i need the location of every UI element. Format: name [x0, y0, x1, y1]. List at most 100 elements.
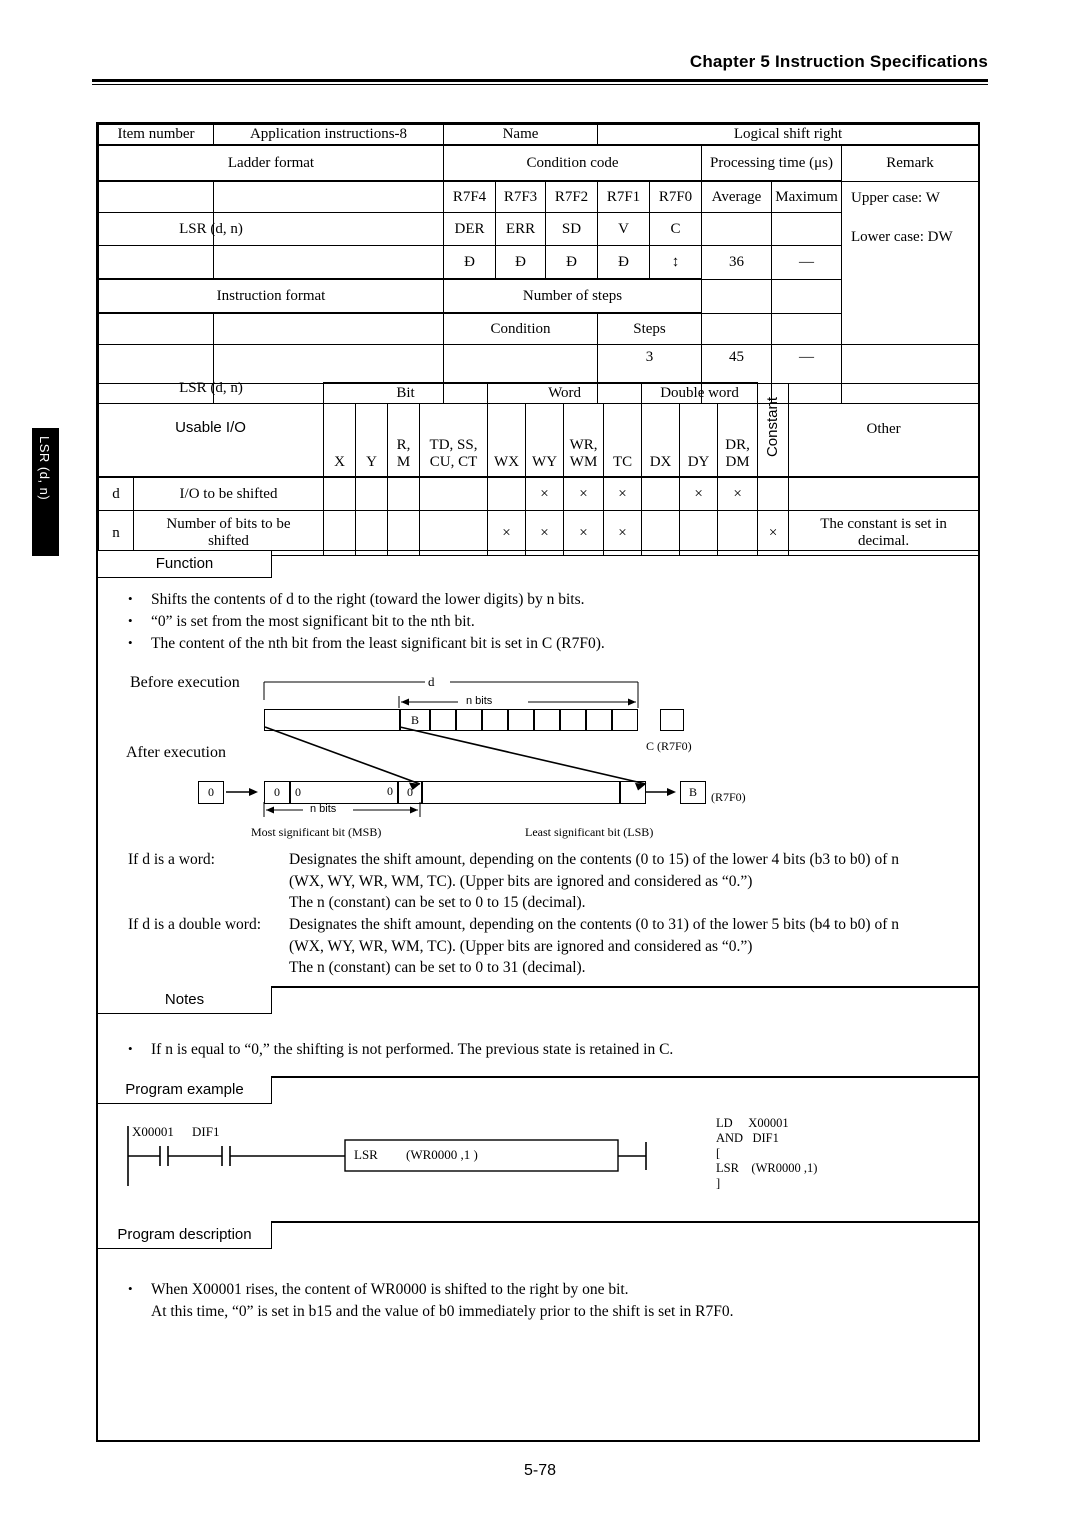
mark-d-DX [641, 476, 681, 512]
mark-d-Y [355, 476, 388, 512]
before-bit-cell [534, 709, 560, 731]
cc-effect-0: Ð [443, 245, 496, 280]
col-header-RM: R, M [387, 403, 420, 478]
col-line2-WM: WM [569, 454, 598, 470]
group-word-label: Word [487, 382, 643, 405]
mark-d-X [323, 476, 356, 512]
mark-d-constant [757, 476, 790, 512]
row-desc-d: I/O to be shifted [133, 476, 324, 512]
row-other-n: The constant is set in decimal. [788, 510, 980, 557]
function-bullet-2: The content of the nth bit from the leas… [116, 632, 956, 654]
instruction-format-label: Instruction format [98, 278, 444, 314]
row-desc-n: Number of bits to be shifted [133, 510, 324, 557]
mark-d-DY: × [679, 476, 719, 512]
mark-n-DX [641, 510, 681, 557]
word-rules: If d is a word: Designates the shift amo… [128, 849, 978, 979]
shift-diagram: Before execution After execution d n bit… [98, 664, 978, 839]
col-line2-TD: CU, CT [429, 454, 478, 470]
item-number-label: Item number [98, 124, 214, 146]
ladder-box-instruction: LSR [354, 1147, 378, 1162]
spec-table: Item number Application instructions-8 N… [98, 124, 980, 405]
col-header-TC: TC [603, 403, 643, 478]
word-rule-1: If d is a double word: Designates the sh… [128, 914, 978, 979]
table-row: R7F4 R7F3 R7F2 R7F1 R7F0 Average Maximum… [98, 180, 980, 346]
col-line2-RM: M [396, 454, 411, 470]
mark-n-Y [355, 510, 388, 557]
side-tab-instruction: LSR (d, n) [32, 428, 59, 556]
col-header-WM: WR, WM [563, 403, 605, 478]
name-value: Logical shift right [596, 124, 980, 146]
col-header-DM: DR, DM [717, 403, 759, 478]
mnemonic-listing: LD X00001 AND DIF1 [ LSR (WR0000 ,1) ] [716, 1116, 817, 1191]
usable-io-title: Usable I/O [98, 382, 323, 472]
average-value-1-top [701, 212, 772, 247]
n-bits-top-label: n bits [466, 695, 493, 707]
col-line2-Y: Y [366, 454, 377, 470]
group-constant-label: Constant [764, 397, 782, 458]
mark-d-WX [487, 476, 527, 512]
function-bullet-0: Shifts the contents of d to the right (t… [116, 588, 956, 610]
remark-label: Remark [840, 144, 980, 182]
mark-d-WY: × [525, 476, 565, 512]
name-label: Name [443, 124, 598, 146]
table-row: d I/O to be shifted × × × × × [98, 476, 980, 512]
maximum-spacer [771, 278, 842, 314]
before-bit-cell [612, 709, 638, 731]
result-carry-box: B [680, 781, 706, 804]
cc-register-3: R7F1 [597, 180, 650, 214]
section-tab-notes: Notes [98, 986, 272, 1014]
ladder-mnemonic-cell-left: LSR (d, n) [98, 212, 243, 247]
col-header-DY: DY [679, 403, 719, 478]
maximum-label: Maximum [771, 180, 842, 214]
page-header-chapter: Chapter 5 Instruction Specifications [689, 52, 988, 71]
usable-io-title-text: Usable I/O [175, 418, 246, 436]
mark-n-X [323, 510, 356, 557]
ladder-box-operand: (WR0000 ,1 ) [406, 1147, 478, 1162]
cc-register-1: R7F3 [495, 180, 546, 214]
ladder-cell-bottom-right [213, 245, 444, 280]
instr-mnemonic-cell-left [98, 312, 214, 346]
mark-d-RM [387, 476, 420, 512]
table-row: n Number of bits to be shifted × × × × ×… [98, 510, 980, 557]
remark-line-1: Upper case: W [851, 189, 940, 206]
group-bit-label: Bit [322, 382, 489, 405]
col-header-WX: WX [487, 403, 527, 478]
row-key-d: d [98, 476, 134, 512]
col-line2-DX: DX [649, 454, 672, 470]
remark-cell: Upper case: W Lower case: DW [840, 180, 980, 346]
col-line2-WY: WY [532, 454, 558, 470]
incoming-zero-box: 0 [198, 781, 224, 804]
mark-n-WX: × [487, 510, 527, 557]
header-divider [92, 79, 988, 85]
page-number: 5-78 [523, 1462, 557, 1479]
mark-n-DM [717, 510, 759, 557]
mark-d-WM: × [563, 476, 605, 512]
ladder-contact-2-label: DIF1 [192, 1124, 220, 1139]
after-zero-2: 0 [387, 784, 393, 798]
word-rule-0: If d is a word: Designates the shift amo… [128, 849, 978, 914]
before-register-body [264, 709, 400, 731]
col-line1-RM: R, [396, 436, 411, 453]
ladder-lines [127, 1126, 647, 1186]
instr-mnemonic-cell-right [213, 312, 444, 346]
n-bits-bottom-label: n bits [310, 803, 337, 815]
col-header-WY: WY [525, 403, 565, 478]
mark-n-WY: × [525, 510, 565, 557]
mark-n-DY [679, 510, 719, 557]
after-lsb-cell [620, 781, 646, 804]
mnemonic-line-2: [ [716, 1146, 721, 1160]
cc-name-2: SD [545, 212, 598, 247]
average-label: Average [701, 180, 772, 214]
notes-label: Notes [164, 991, 205, 1008]
mark-n-WM: × [563, 510, 605, 557]
cc-name-1: ERR [495, 212, 546, 247]
program-example-label: Program example [125, 1081, 244, 1098]
result-carry-label: (R7F0) [711, 790, 746, 804]
mnemonic-line-1: AND DIF1 [716, 1131, 779, 1145]
mark-n-constant: × [757, 510, 790, 557]
carry-flag-label: C (R7F0) [646, 739, 692, 753]
processing-time-label: Processing time (μs) [701, 144, 842, 182]
cc-name-4: C [649, 212, 702, 247]
side-tab-label: LSR (d, n) [37, 436, 52, 501]
average-value-1: 36 [701, 245, 772, 280]
